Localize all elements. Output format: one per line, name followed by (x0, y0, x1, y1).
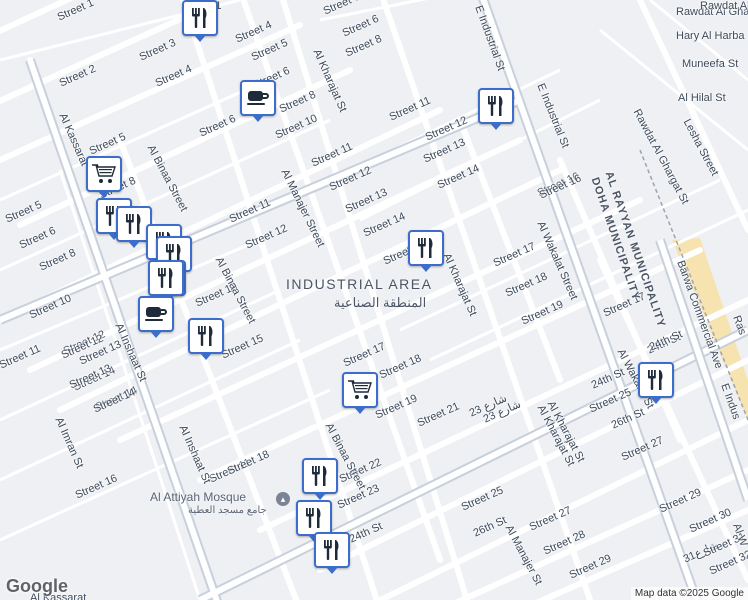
shopping-cart-icon (347, 379, 373, 401)
cafe-icon (246, 88, 270, 108)
district-name: INDUSTRIAL AREA (286, 276, 433, 292)
restaurant-marker[interactable] (478, 88, 514, 130)
district-name-arabic: المنطقة الصناعية (334, 295, 427, 310)
restaurant-marker[interactable] (182, 0, 218, 42)
restaurant-marker[interactable] (148, 260, 184, 302)
restaurant-icon (416, 237, 436, 259)
restaurant-icon (124, 213, 144, 235)
restaurant-icon (646, 369, 666, 391)
restaurant-marker[interactable] (302, 458, 338, 500)
street-label: Hary Al Harba St (676, 30, 748, 42)
cafe-marker[interactable] (240, 80, 276, 122)
shopping-cart-marker[interactable] (342, 372, 378, 414)
mosque-icon[interactable]: ▴ (276, 492, 290, 506)
restaurant-marker[interactable] (296, 500, 332, 542)
shopping-cart-marker[interactable] (86, 156, 122, 198)
cafe-marker[interactable] (138, 296, 174, 338)
restaurant-icon (156, 267, 176, 289)
mosque-label[interactable]: Al Attiyah Mosque (150, 490, 246, 504)
map-canvas[interactable]: Street 1 Street 2 Street 3 Street 4 Street 4… (0, 0, 748, 600)
restaurant-marker[interactable] (408, 230, 444, 272)
restaurant-marker[interactable] (638, 362, 674, 404)
restaurant-icon (304, 507, 324, 529)
restaurant-marker[interactable] (314, 532, 350, 574)
cafe-icon (144, 304, 168, 324)
restaurant-icon (486, 95, 506, 117)
restaurant-marker[interactable] (188, 318, 224, 360)
street-label: Muneefa St (682, 58, 739, 70)
restaurant-icon (310, 465, 330, 487)
map-attribution[interactable]: Map data ©2025 Google (630, 587, 748, 600)
mosque-label-arabic: جامع مسجد العطية (188, 505, 267, 516)
google-logo: Google (6, 576, 68, 596)
restaurant-icon (322, 539, 342, 561)
restaurant-icon (196, 325, 216, 347)
street-label: Al Hilal St (678, 92, 726, 104)
shopping-cart-icon (91, 163, 117, 185)
restaurant-icon (190, 7, 210, 29)
street-label: Rawdat Al (700, 0, 748, 12)
